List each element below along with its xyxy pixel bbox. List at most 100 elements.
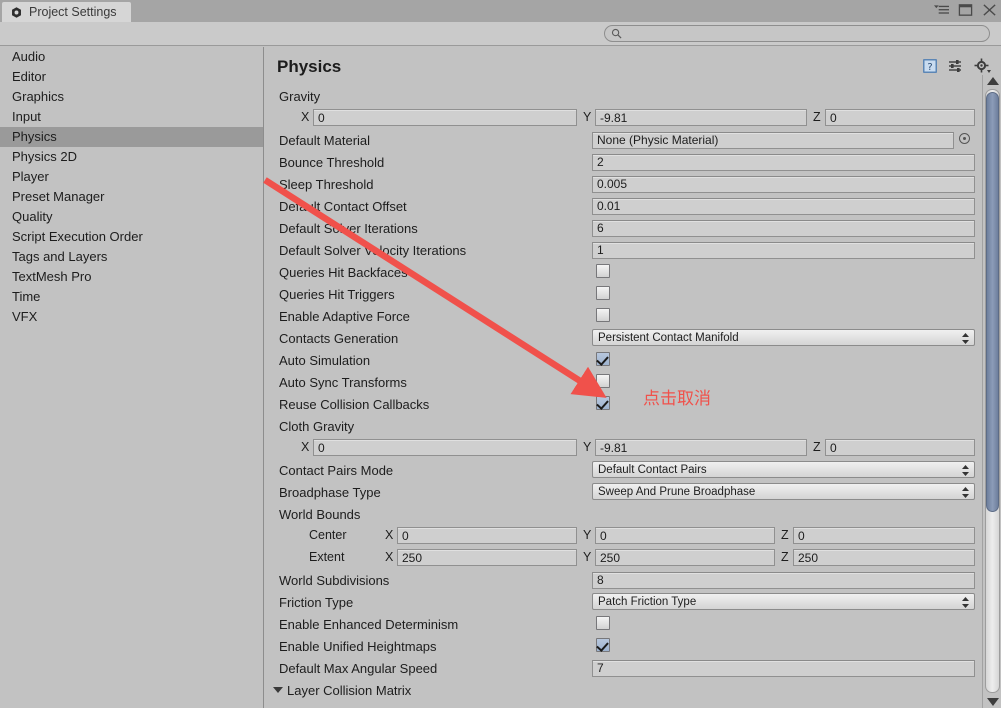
scrollbar-thumb[interactable]	[986, 92, 999, 512]
wb-extent-x-axis-label: X	[385, 550, 394, 564]
sidebar-item-graphics[interactable]: Graphics	[0, 87, 263, 107]
auto-sync-transforms-checkbox[interactable]	[596, 374, 610, 388]
menu-icon[interactable]	[934, 3, 949, 17]
contacts-generation-dropdown[interactable]: Persistent Contact Manifold	[592, 329, 975, 346]
enable-adaptive-force-label: Enable Adaptive Force	[279, 308, 410, 324]
physics-settings-panel: Physics ? Gravity X 0 Y -9.81 Z 0 Defaul…	[265, 47, 1001, 708]
row-auto-sync-transforms: Auto Sync Transforms	[265, 371, 975, 393]
broadphase-type-dropdown[interactable]: Sweep And Prune Broadphase	[592, 483, 975, 500]
sidebar-item-physics-2d[interactable]: Physics 2D	[0, 147, 263, 167]
row-world-bounds-extent: Extent X 250 Y 250 Z 250	[265, 547, 975, 569]
row-sleep-threshold: Sleep Threshold 0.005	[265, 173, 975, 195]
bounce-threshold-field[interactable]: 2	[592, 153, 975, 171]
row-friction-type: Friction Type Patch Friction Type	[265, 591, 975, 613]
row-enable-adaptive-force: Enable Adaptive Force	[265, 305, 975, 327]
scroll-down-arrow-icon[interactable]	[987, 698, 999, 706]
default-solver-velocity-iterations-field[interactable]: 1	[592, 241, 975, 259]
sidebar-item-audio[interactable]: Audio	[0, 47, 263, 67]
foldout-triangle-down-icon[interactable]	[273, 687, 283, 693]
row-default-contact-offset: Default Contact Offset 0.01	[265, 195, 975, 217]
window-controls	[934, 3, 997, 17]
row-enable-unified-heightmaps: Enable Unified Heightmaps	[265, 635, 975, 657]
search-box[interactable]	[604, 25, 990, 42]
settings-gear-icon[interactable]	[974, 58, 991, 74]
search-input[interactable]	[626, 26, 966, 41]
wb-center-x-field[interactable]: 0	[397, 527, 577, 544]
enable-unified-heightmaps-checkbox[interactable]	[596, 638, 610, 652]
row-reuse-collision-callbacks: Reuse Collision Callbacks	[265, 393, 975, 415]
row-world-bounds-header: World Bounds	[265, 503, 975, 525]
gravity-x-field[interactable]: 0	[313, 109, 577, 126]
contact-pairs-mode-dropdown[interactable]: Default Contact Pairs	[592, 461, 975, 478]
default-material-picker-icon[interactable]	[959, 133, 970, 144]
auto-simulation-checkbox[interactable]	[596, 352, 610, 366]
gravity-y-field[interactable]: -9.81	[595, 109, 807, 126]
sidebar-item-player[interactable]: Player	[0, 167, 263, 187]
chevron-updown-icon	[962, 333, 969, 344]
default-solver-iterations-field[interactable]: 6	[592, 219, 975, 237]
main-vertical-scrollbar[interactable]	[982, 75, 1001, 708]
sidebar-item-time[interactable]: Time	[0, 287, 263, 307]
row-world-subdivisions: World Subdivisions 8	[265, 569, 975, 591]
wb-center-y-field[interactable]: 0	[595, 527, 775, 544]
gravity-x-axis-label: X	[301, 110, 310, 124]
chevron-updown-icon	[962, 487, 969, 498]
wb-center-z-field[interactable]: 0	[793, 527, 975, 544]
preset-icon[interactable]	[948, 58, 964, 74]
enable-adaptive-force-checkbox[interactable]	[596, 308, 610, 322]
row-default-max-angular-speed: Default Max Angular Speed 7	[265, 657, 975, 679]
settings-sidebar: Audio Editor Graphics Input Physics Phys…	[0, 47, 264, 708]
sidebar-item-textmesh-pro[interactable]: TextMesh Pro	[0, 267, 263, 287]
wb-extent-z-field[interactable]: 250	[793, 549, 975, 566]
sidebar-item-tags-and-layers[interactable]: Tags and Layers	[0, 247, 263, 267]
sidebar-item-preset-manager[interactable]: Preset Manager	[0, 187, 263, 207]
world-subdivisions-field[interactable]: 8	[592, 571, 975, 589]
annotation-label: 点击取消	[643, 389, 711, 409]
sidebar-item-quality[interactable]: Quality	[0, 207, 263, 227]
help-book-icon[interactable]: ?	[922, 58, 938, 74]
gravity-y-axis-label: Y	[583, 110, 592, 124]
default-solver-velocity-iterations-label: Default Solver Velocity Iterations	[279, 242, 467, 258]
sidebar-item-input[interactable]: Input	[0, 107, 263, 127]
row-gravity-header: Gravity	[265, 85, 975, 107]
cloth-gravity-z-axis-label: Z	[813, 440, 821, 454]
default-material-field[interactable]: None (Physic Material)	[592, 131, 954, 149]
tab-project-settings[interactable]: Project Settings	[2, 2, 131, 22]
enable-unified-heightmaps-label: Enable Unified Heightmaps	[279, 638, 437, 654]
sleep-threshold-label: Sleep Threshold	[279, 176, 374, 192]
contact-pairs-mode-label: Contact Pairs Mode	[279, 462, 394, 478]
default-contact-offset-field[interactable]: 0.01	[592, 197, 975, 215]
cloth-gravity-label: Cloth Gravity	[279, 418, 355, 434]
search-bar-row	[0, 22, 1001, 46]
page-title: Physics	[277, 57, 342, 76]
wb-extent-x-field[interactable]: 250	[397, 549, 577, 566]
queries-hit-backfaces-checkbox[interactable]	[596, 264, 610, 278]
sidebar-item-physics[interactable]: Physics	[0, 127, 263, 147]
sidebar-item-editor[interactable]: Editor	[0, 67, 263, 87]
reuse-collision-callbacks-checkbox[interactable]	[596, 396, 610, 410]
cloth-gravity-y-field[interactable]: -9.81	[595, 439, 807, 456]
row-layer-collision-matrix[interactable]: Layer Collision Matrix	[265, 679, 975, 701]
sleep-threshold-field[interactable]: 0.005	[592, 175, 975, 193]
queries-hit-triggers-checkbox[interactable]	[596, 286, 610, 300]
maximize-icon[interactable]	[958, 3, 973, 17]
default-max-angular-speed-field[interactable]: 7	[592, 659, 975, 677]
cloth-gravity-x-field[interactable]: 0	[313, 439, 577, 456]
wb-extent-y-field[interactable]: 250	[595, 549, 775, 566]
row-default-material: Default Material None (Physic Material)	[265, 129, 975, 151]
scroll-up-arrow-icon[interactable]	[987, 77, 999, 85]
world-subdivisions-label: World Subdivisions	[279, 572, 390, 588]
wb-center-z-axis-label: Z	[781, 528, 789, 542]
world-bounds-extent-label: Extent	[309, 550, 345, 564]
enable-enhanced-determinism-checkbox[interactable]	[596, 616, 610, 630]
friction-type-dropdown[interactable]: Patch Friction Type	[592, 593, 975, 610]
gravity-z-field[interactable]: 0	[825, 109, 975, 126]
reuse-collision-callbacks-label: Reuse Collision Callbacks	[279, 396, 430, 412]
default-max-angular-speed-label: Default Max Angular Speed	[279, 660, 438, 676]
close-icon[interactable]	[982, 3, 997, 17]
world-bounds-label: World Bounds	[279, 506, 361, 522]
sidebar-item-vfx[interactable]: VFX	[0, 307, 263, 327]
sidebar-item-script-execution-order[interactable]: Script Execution Order	[0, 227, 263, 247]
cloth-gravity-z-field[interactable]: 0	[825, 439, 975, 456]
row-cloth-gravity-header: Cloth Gravity	[265, 415, 975, 437]
